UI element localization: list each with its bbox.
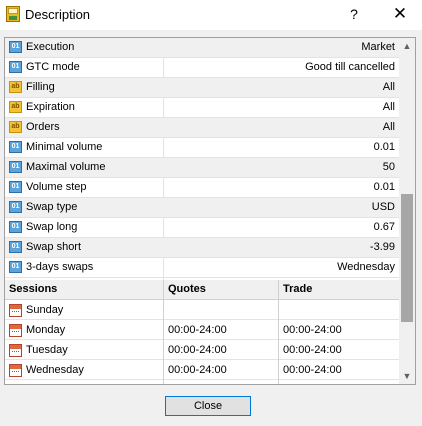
quotes-header-label: Quotes <box>168 283 206 295</box>
property-row[interactable]: 01 3-days swaps Wednesday <box>5 258 399 278</box>
property-name: 3-days swaps <box>26 261 94 273</box>
session-day: Wednesday <box>26 364 84 376</box>
property-name: Filling <box>26 81 55 93</box>
sessions-header-label: Sessions <box>9 283 58 295</box>
property-value: Wednesday <box>337 261 395 273</box>
property-value: 0.01 <box>373 141 395 153</box>
session-row[interactable]: Monday 00:00-24:00 00:00-24:00 <box>5 320 399 340</box>
property-name: Orders <box>26 121 60 133</box>
property-row[interactable]: 01 Maximal volume 50 <box>5 158 399 178</box>
property-row[interactable]: 01 Swap long 0.67 <box>5 218 399 238</box>
property-row[interactable]: 01 GTC mode Good till cancelled <box>5 58 399 78</box>
property-value: 0.01 <box>373 181 395 193</box>
column-divider <box>278 280 279 384</box>
calendar-icon <box>9 364 22 377</box>
calendar-icon <box>9 344 22 357</box>
help-button[interactable]: ? <box>343 4 365 24</box>
scrollbar-thumb[interactable] <box>401 193 413 322</box>
window-title: Description <box>25 7 91 22</box>
book-icon <box>6 6 20 22</box>
property-value: Good till cancelled <box>305 61 395 73</box>
numeric-icon: 01 <box>9 61 22 73</box>
title-bar: Description ? ✕ <box>0 0 422 30</box>
session-day: Sunday <box>26 304 64 316</box>
session-quotes: 00:00-24:00 <box>168 324 227 336</box>
property-name: Minimal volume <box>26 141 103 153</box>
property-value: -3.99 <box>369 241 395 253</box>
property-row[interactable]: 01 Execution Market <box>5 38 399 58</box>
property-name: Swap type <box>26 201 78 213</box>
numeric-icon: 01 <box>9 141 22 153</box>
sessions-header: Sessions Quotes Trade <box>5 280 399 300</box>
property-row[interactable]: ab Filling All <box>5 78 399 98</box>
property-name: Execution <box>26 41 75 53</box>
scroll-up-arrow-icon[interactable]: ▲ <box>399 38 415 54</box>
property-value: Market <box>361 41 395 53</box>
session-quotes: 00:00-24:00 <box>168 364 227 376</box>
session-trade: 00:00-24:00 <box>283 324 342 336</box>
numeric-icon: 01 <box>9 201 22 213</box>
session-trade: 00:00-24:00 <box>283 364 342 376</box>
property-name: GTC mode <box>26 61 80 73</box>
property-row[interactable]: 01 Volume step 0.01 <box>5 178 399 198</box>
property-row[interactable]: 01 Swap type USD <box>5 198 399 218</box>
property-name: Volume step <box>26 181 87 193</box>
property-name: Maximal volume <box>26 161 106 173</box>
scroll-down-arrow-icon[interactable]: ▼ <box>399 368 415 384</box>
property-value: 0.67 <box>373 221 395 233</box>
property-row[interactable]: 01 Minimal volume 0.01 <box>5 138 399 158</box>
property-value: All <box>382 101 395 113</box>
property-value: USD <box>371 201 395 213</box>
trade-header-label: Trade <box>283 283 313 295</box>
property-name: Expiration <box>26 101 75 113</box>
numeric-icon: 01 <box>9 241 22 253</box>
vertical-scrollbar[interactable]: ▲ ▼ <box>399 38 415 384</box>
numeric-icon: 01 <box>9 261 22 273</box>
text-icon: ab <box>9 81 22 93</box>
column-divider <box>163 280 164 384</box>
close-window-button[interactable]: ✕ <box>389 4 411 24</box>
close-button[interactable]: Close <box>165 396 251 416</box>
numeric-icon: 01 <box>9 181 22 193</box>
calendar-icon <box>9 304 22 317</box>
property-row[interactable]: ab Expiration All <box>5 98 399 118</box>
property-name: Swap long <box>26 221 78 233</box>
property-name: Swap short <box>26 241 82 253</box>
session-day: Monday <box>26 324 66 336</box>
numeric-icon: 01 <box>9 161 22 173</box>
property-value: All <box>382 81 395 93</box>
session-day: Tuesday <box>26 344 68 356</box>
numeric-icon: 01 <box>9 41 22 53</box>
session-row[interactable]: Sunday <box>5 300 399 320</box>
session-quotes: 00:00-24:00 <box>168 344 227 356</box>
property-row[interactable]: 01 Swap short -3.99 <box>5 238 399 258</box>
calendar-icon <box>9 324 22 337</box>
session-row[interactable]: Tuesday 00:00-24:00 00:00-24:00 <box>5 340 399 360</box>
text-icon: ab <box>9 101 22 113</box>
description-panel: 01 Execution Market 01 GTC mode Good till can… <box>4 37 416 385</box>
session-row[interactable]: Wednesday 00:00-24:00 00:00-24:00 <box>5 360 399 380</box>
session-trade: 00:00-24:00 <box>283 344 342 356</box>
property-row[interactable]: ab Orders All <box>5 118 399 138</box>
property-value: All <box>382 121 395 133</box>
numeric-icon: 01 <box>9 221 22 233</box>
property-value: 50 <box>382 161 395 173</box>
text-icon: ab <box>9 121 22 133</box>
